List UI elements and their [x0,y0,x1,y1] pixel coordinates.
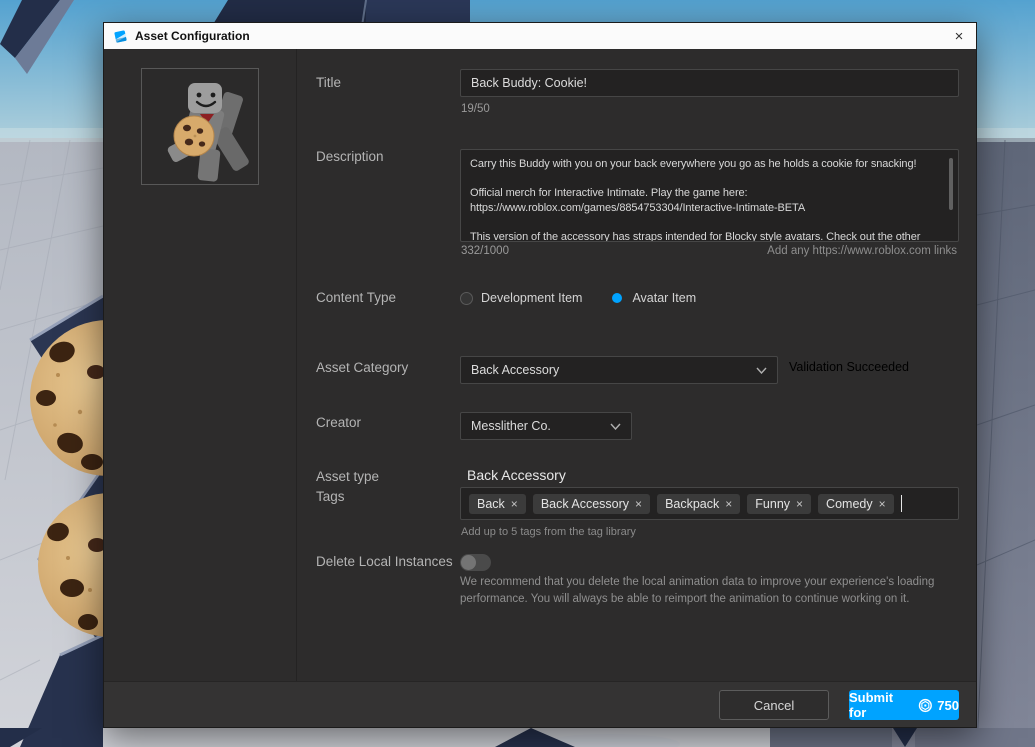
submit-button-label: Submit for [849,690,913,720]
radio-option-label: Avatar Item [632,291,696,305]
delete-local-instances-toggle[interactable] [460,554,491,571]
creator-value: Messlither Co. [471,419,551,433]
title-input[interactable]: Back Buddy: Cookie! [460,69,959,97]
tag-chip-label: Back [477,497,505,511]
tag-remove-icon[interactable]: × [635,498,642,510]
tag-chip[interactable]: Back × [469,494,526,514]
asset-type-label: Asset type [316,469,379,484]
radio-option-avatar-item[interactable]: Avatar Item [610,291,696,305]
tag-chip[interactable]: Backpack × [657,494,740,514]
tag-chip[interactable]: Back Accessory × [533,494,650,514]
avatar-with-cookie-image [142,69,258,184]
cancel-button[interactable]: Cancel [719,690,829,720]
column-divider [296,49,297,681]
description-scrollbar[interactable] [949,158,953,210]
description-char-counter: 332/1000 [461,245,509,257]
description-links-hint: Add any https://www.roblox.com links [767,245,957,257]
asset-category-value: Back Accessory [471,363,559,377]
asset-configuration-dialog: Asset Configuration × [103,22,977,728]
description-value: Carry this Buddy with you on your back e… [461,150,958,242]
title-label: Title [316,75,341,90]
asset-category-dropdown[interactable]: Back Accessory [460,356,778,384]
dialog-title: Asset Configuration [135,29,250,43]
tag-remove-icon[interactable]: × [796,498,803,510]
delete-local-instances-description: We recommend that you delete the local a… [460,574,968,607]
chevron-down-icon [756,367,767,374]
roblox-studio-screen: Asset Configuration × [0,0,1035,747]
content-type-options: Development Item Avatar Item [460,290,696,306]
content-type-label: Content Type [316,290,396,305]
radio-option-label: Development Item [481,291,582,305]
close-icon[interactable]: × [942,23,976,49]
title-char-counter: 19/50 [461,103,490,115]
title-input-value: Back Buddy: Cookie! [471,76,587,90]
radio-unselected-icon[interactable] [460,292,473,305]
chevron-down-icon [610,423,621,430]
description-label: Description [316,149,384,164]
tag-chip[interactable]: Funny × [747,494,811,514]
dialog-titlebar[interactable]: Asset Configuration × [104,23,976,49]
roblox-studio-logo-icon [113,29,128,44]
submit-button[interactable]: Submit for 750 [849,690,959,720]
asset-type-value: Back Accessory [467,467,566,483]
tag-chip-label: Backpack [665,497,719,511]
dialog-footer: Cancel Submit for 750 [104,681,976,727]
tags-label: Tags [316,489,345,504]
text-caret [901,495,903,512]
validation-status: Validation Succeeded [789,360,909,374]
tag-remove-icon[interactable]: × [879,498,886,510]
submit-price: 750 [937,698,959,713]
radio-option-development-item[interactable]: Development Item [460,291,582,305]
robux-icon [918,698,933,713]
tag-chip-label: Funny [755,497,790,511]
creator-dropdown[interactable]: Messlither Co. [460,412,632,440]
radio-selected-icon[interactable] [612,293,622,303]
tag-chip-label: Back Accessory [541,497,629,511]
tag-remove-icon[interactable]: × [511,498,518,510]
tag-remove-icon[interactable]: × [725,498,732,510]
creator-label: Creator [316,415,361,430]
asset-thumbnail [141,68,259,185]
delete-local-instances-label: Delete Local Instances [316,554,453,569]
tag-chip-label: Comedy [826,497,873,511]
toggle-knob [461,555,476,570]
tags-hint: Add up to 5 tags from the tag library [461,526,636,538]
tags-input[interactable]: Back×Back Accessory×Backpack×Funny×Comed… [460,487,959,520]
asset-category-label: Asset Category [316,360,408,375]
description-textarea[interactable]: Carry this Buddy with you on your back e… [460,149,959,242]
cancel-button-label: Cancel [754,698,794,713]
tag-chip[interactable]: Comedy × [818,494,894,514]
